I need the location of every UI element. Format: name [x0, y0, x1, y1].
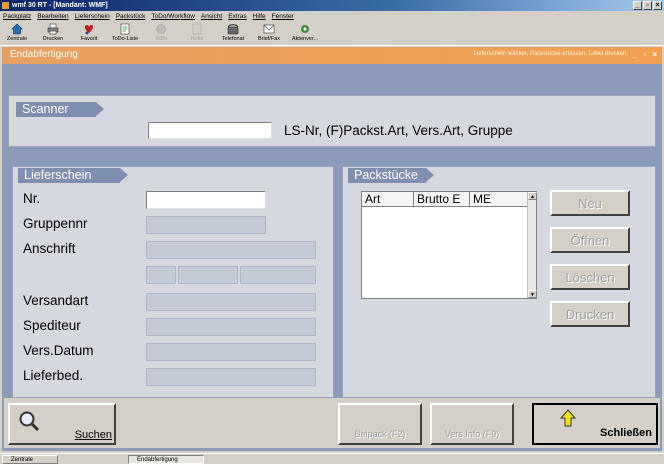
toolbar-favorit-button[interactable]: Favorit	[74, 22, 104, 45]
column-art[interactable]: Art	[362, 192, 414, 206]
packstuecke-scrollbar[interactable]: ▲ ▼	[527, 192, 537, 298]
anschrift-land-field	[240, 266, 316, 284]
toolbar-notiz-button[interactable]: Notiz	[182, 22, 212, 45]
anschrift-ort-field	[178, 266, 238, 284]
column-brutto[interactable]: Brutto E	[414, 192, 470, 206]
scanner-panel	[8, 95, 656, 147]
printer-icon	[47, 23, 59, 35]
anschrift-field	[146, 241, 316, 259]
document-hint: Lieferschein wählen, Packstücke erfassen…	[473, 51, 628, 57]
spediteur-field	[146, 318, 316, 336]
beipack-button[interactable]: Beipack (F2)	[338, 403, 422, 445]
menu-lieferschein[interactable]: Lieferschein	[75, 11, 110, 22]
document-title: Endabfertigung	[10, 49, 78, 60]
window-title: wmf 30 RT - [Mandant: WMF]	[12, 2, 108, 9]
todo-icon	[156, 24, 166, 34]
magnifier-icon	[19, 411, 40, 432]
versdatum-field	[146, 343, 316, 361]
note-icon	[192, 23, 202, 35]
menu-bar: Packplatz Bearbeiten Lieferschein Packst…	[0, 11, 664, 22]
toolbar: Zentrale Drucken Favorit ToDo-Liste ToDo…	[0, 22, 664, 46]
scroll-up-icon[interactable]: ▲	[528, 192, 537, 200]
toolbar-telefonat-button[interactable]: Telefonat	[218, 22, 248, 45]
suchen-button[interactable]: Suchen	[8, 403, 116, 445]
loeschen-button[interactable]: Löschen	[550, 264, 630, 290]
gruppennr-field	[146, 216, 266, 234]
menu-hilfe[interactable]: Hilfe	[253, 11, 266, 22]
maximize-button[interactable]: ▫	[643, 1, 652, 10]
versandart-label: Versandart	[23, 293, 89, 308]
nr-input[interactable]	[146, 191, 266, 209]
versdatum-label: Vers.Datum	[23, 343, 94, 358]
lieferschein-tab: Lieferschein	[18, 168, 128, 183]
anschrift-label: Anschrift	[23, 241, 76, 256]
menu-extras[interactable]: Extras	[228, 11, 246, 22]
versandart-field	[146, 293, 316, 311]
lieferbed-field	[146, 368, 316, 386]
spediteur-label: Spediteur	[23, 318, 81, 333]
packstuecke-tab: Packstücke	[348, 168, 434, 183]
toolbar-todo-liste-button[interactable]: ToDo-Liste	[110, 22, 140, 45]
menu-bearbeiten[interactable]: Bearbeiten	[37, 11, 68, 22]
drucken-button[interactable]: Drucken	[550, 301, 630, 327]
toolbar-brief-fax-button[interactable]: Brief/Fax	[254, 22, 284, 45]
neu-button[interactable]: Neu	[550, 190, 630, 216]
menu-ansicht[interactable]: Ansicht	[201, 11, 222, 22]
lieferbed-label: Lieferbed.	[23, 368, 84, 383]
menu-packplatz[interactable]: Packplatz	[3, 11, 31, 22]
toolbar-zentrale-button[interactable]: Zentrale	[2, 22, 32, 45]
suchen-label: Suchen	[74, 429, 112, 441]
exit-arrow-icon	[560, 409, 576, 427]
favorite-icon	[84, 25, 94, 35]
menu-todo-workflow[interactable]: ToDo/Workflow	[151, 11, 195, 22]
phone-icon	[227, 24, 239, 35]
column-me[interactable]: ME	[470, 192, 528, 206]
gruppennr-label: Gruppennr	[23, 216, 88, 231]
toolbar-drucken-button[interactable]: Drucken	[38, 22, 68, 45]
versinfo-button[interactable]: Vers.Info (F9)	[430, 403, 514, 445]
scanner-help-text: LS-Nr, (F)Packst.Art, Vers.Art, Gruppe	[284, 123, 513, 138]
nr-label: Nr.	[23, 191, 41, 206]
document-window-controls[interactable]: _ ▫ ×	[633, 50, 659, 59]
menu-packstueck[interactable]: Packstück	[116, 11, 146, 22]
taskbar-item-endabfertigung[interactable]: Endabfertigung	[128, 455, 204, 464]
menu-fenster[interactable]: Fenster	[272, 11, 294, 22]
document-header: Endabfertigung Lieferschein wählen, Pack…	[2, 47, 662, 64]
minimize-button[interactable]: _	[633, 1, 642, 10]
oeffnen-button[interactable]: Öffnen	[550, 227, 630, 253]
taskbar: Zentrale Endabfertigung	[0, 453, 664, 464]
toolbar-todo-button[interactable]: ToDo	[146, 22, 176, 45]
window-titlebar: wmf 30 RT - [Mandant: WMF] _ ▫ ×	[0, 0, 664, 11]
files-icon	[301, 25, 309, 33]
packstuecke-list[interactable]: Art Brutto E ME ▲ ▼	[361, 191, 537, 299]
scroll-down-icon[interactable]: ▼	[528, 290, 537, 298]
toolbar-aktenverwaltung-button[interactable]: Aktenver...	[290, 22, 320, 45]
todo-list-icon	[120, 23, 130, 35]
schliessen-button[interactable]: Schließen	[532, 403, 658, 445]
schliessen-label: Schließen	[600, 427, 652, 439]
scanner-input[interactable]	[148, 122, 272, 139]
app-icon	[2, 2, 9, 9]
taskbar-item-zentrale[interactable]: Zentrale	[2, 455, 58, 464]
fax-icon	[263, 24, 275, 34]
home-icon	[11, 23, 23, 35]
anschrift-plz-field	[146, 266, 176, 284]
close-button[interactable]: ×	[653, 1, 662, 10]
scanner-tab: Scanner	[16, 102, 104, 117]
